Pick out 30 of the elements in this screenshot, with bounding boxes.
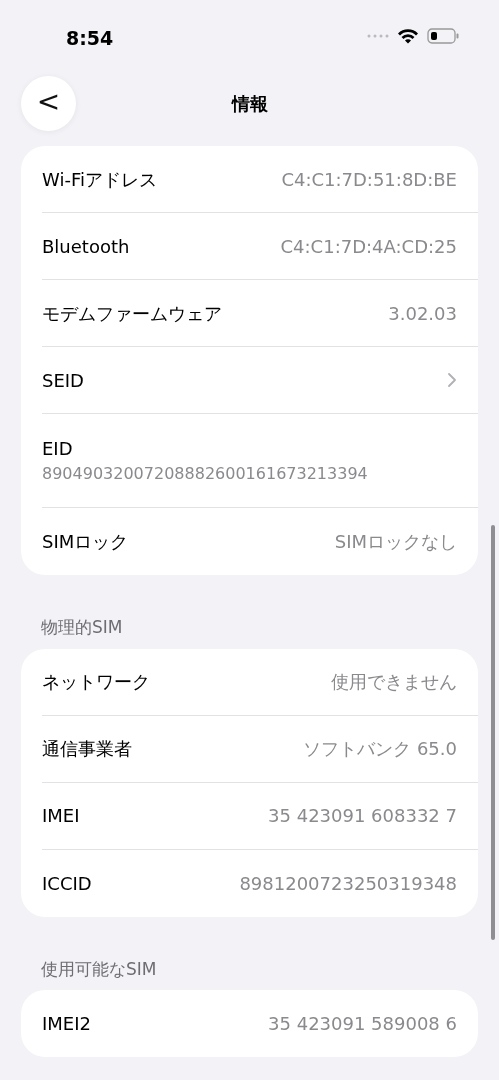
row-value: C4:C1:7D:4A:CD:25 xyxy=(280,234,457,259)
row-label: EID xyxy=(42,437,73,461)
wifi-icon xyxy=(397,28,419,44)
row-value: 35 423091 608332 7 xyxy=(268,804,457,828)
row-label: IMEI xyxy=(42,804,80,828)
signal-icon xyxy=(367,34,389,38)
row-value: 8981200723250319348 xyxy=(239,871,457,896)
chevron-icon[interactable] xyxy=(447,372,457,388)
row-value: ソフトバンク 65.0 xyxy=(303,737,457,761)
section-header: 使用可能なSIM xyxy=(40,957,158,981)
row-value: SIMロックなし xyxy=(334,530,457,554)
row-label: Bluetooth xyxy=(42,234,130,259)
row-label: ICCID xyxy=(42,871,92,896)
back-button[interactable]: < xyxy=(21,76,76,131)
row-value: C4:C1:7D:51:8D:BE xyxy=(281,167,457,192)
row-value: 使用できません xyxy=(331,670,457,694)
row-label: Wi-Fiアドレス xyxy=(42,167,157,192)
row-label: ネットワーク xyxy=(42,670,150,694)
row-value: 35 423091 589008 6 xyxy=(268,1012,457,1036)
row-value: 3.02.03 xyxy=(388,301,457,326)
section-header: 物理的SIM xyxy=(40,616,124,639)
status-time: 8:54 xyxy=(66,26,114,51)
row-value: 89049032007208882600161673213394 xyxy=(42,463,368,485)
row-label: モデムファームウェア xyxy=(42,301,222,326)
row-label: SEID xyxy=(42,368,84,393)
page-title: 情報 xyxy=(231,91,268,116)
battery-icon xyxy=(427,28,459,44)
row-label: IMEI2 xyxy=(42,1012,91,1036)
row-label: 通信事業者 xyxy=(42,737,132,761)
row-label: SIMロック xyxy=(42,530,129,554)
